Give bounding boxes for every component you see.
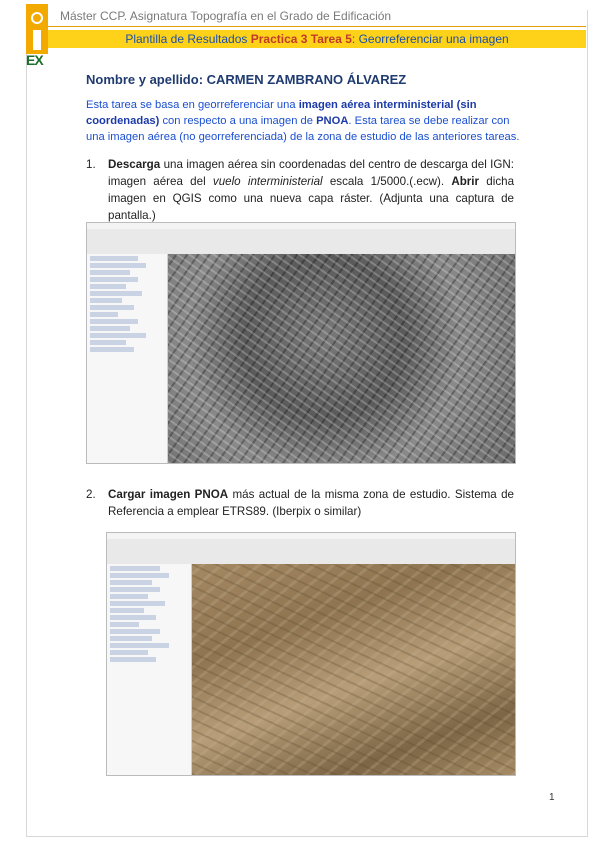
- qgis-screenshot-2: [106, 532, 516, 776]
- intro-paragraph: Esta tarea se basa en georreferenciar un…: [86, 97, 526, 145]
- task-bold: Cargar imagen PNOA: [108, 488, 229, 501]
- aerial-image-pnoa: [192, 564, 515, 775]
- intro-text-1: Esta tarea se basa en georreferenciar un…: [86, 99, 299, 111]
- browser-panel: [107, 564, 192, 775]
- task-run: escala 1/5000.(.ecw).: [322, 175, 452, 188]
- university-logo: EX: [26, 4, 48, 68]
- task-italic: vuelo interministerial: [212, 175, 323, 188]
- intro-bold-2: PNOA: [316, 115, 349, 127]
- browser-panel: [87, 254, 168, 463]
- task-bold: Abrir: [451, 175, 480, 188]
- banner-prefix: Plantilla de Resultados: [125, 32, 251, 46]
- header-divider: [48, 26, 586, 27]
- task-item-1: 1. Descarga una imagen aérea sin coorden…: [86, 156, 514, 224]
- page-number: 1: [549, 792, 555, 803]
- template-banner: Plantilla de Resultados Practica 3 Tarea…: [48, 30, 586, 48]
- course-header: Máster CCP. Asignatura Topografía en el …: [60, 9, 392, 23]
- task-bold: Descarga: [108, 158, 161, 171]
- intro-text-2: con respecto a una imagen de: [159, 115, 317, 127]
- task-text: Cargar imagen PNOA más actual de la mism…: [108, 486, 514, 520]
- task-number: 1.: [86, 158, 96, 171]
- student-label: Nombre y apellido:: [86, 72, 207, 87]
- task-item-2: 2. Cargar imagen PNOA más actual de la m…: [86, 486, 514, 520]
- task-text: Descarga una imagen aérea sin coordenada…: [108, 156, 514, 224]
- banner-suffix: : Georreferenciar una imagen: [351, 32, 509, 46]
- task-number: 2.: [86, 488, 96, 501]
- banner-task: Practica 3 Tarea 5: [250, 32, 352, 46]
- qgis-screenshot-1: [86, 222, 516, 464]
- logo-text: EX: [26, 52, 44, 68]
- student-name-line: Nombre y apellido: CARMEN ZAMBRANO ÁLVAR…: [86, 72, 406, 87]
- tower-icon: [26, 4, 48, 54]
- student-name: CARMEN ZAMBRANO ÁLVAREZ: [206, 72, 407, 87]
- aerial-image-bw: [168, 254, 515, 463]
